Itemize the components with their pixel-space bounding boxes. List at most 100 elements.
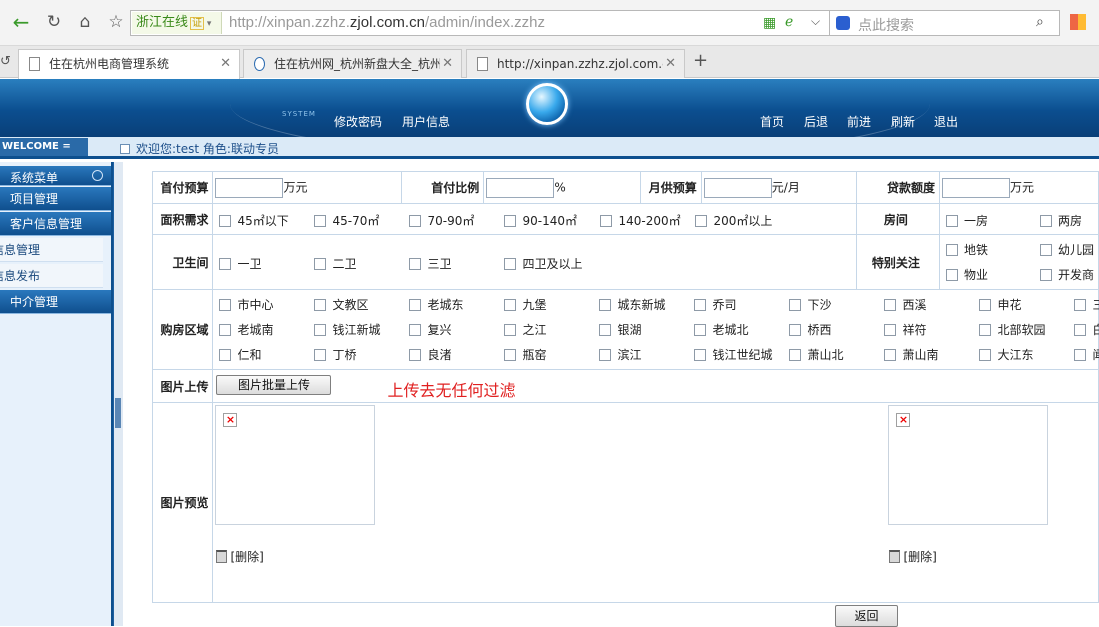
area-option[interactable]: 140-200㎡ bbox=[600, 212, 681, 229]
sidebar-item-agency[interactable]: 中介管理 bbox=[0, 290, 111, 314]
checkbox[interactable] bbox=[314, 258, 327, 270]
checkbox[interactable] bbox=[1040, 244, 1052, 256]
special-option[interactable]: 开发商 bbox=[1040, 266, 1094, 283]
district-option[interactable]: 萧山北 bbox=[789, 346, 844, 363]
checkbox[interactable] bbox=[409, 215, 422, 227]
checkbox[interactable] bbox=[504, 349, 517, 361]
bath-option[interactable]: 三卫 bbox=[409, 255, 452, 272]
ie-icon[interactable]: ℯ bbox=[785, 14, 793, 30]
district-option[interactable]: 萧山南 bbox=[884, 346, 939, 363]
special-option[interactable]: 地铁 bbox=[946, 241, 988, 258]
url-text[interactable]: http://xinpan.zzhz.zjol.com.cn/admin/ind… bbox=[229, 14, 545, 31]
district-option[interactable]: 仁和 bbox=[219, 346, 262, 363]
district-option[interactable]: 白 bbox=[1074, 321, 1099, 338]
checkbox[interactable] bbox=[694, 324, 707, 336]
frame-splitter[interactable] bbox=[113, 162, 123, 626]
checkbox[interactable] bbox=[599, 349, 612, 361]
close-icon[interactable]: ✕ bbox=[440, 50, 453, 78]
sidebar-item-publish[interactable]: 信息发布 bbox=[0, 264, 103, 288]
checkbox[interactable] bbox=[409, 324, 422, 336]
area-option[interactable]: 70-90㎡ bbox=[409, 212, 474, 229]
logout-link[interactable]: 退出 bbox=[934, 113, 958, 130]
checkbox[interactable] bbox=[695, 215, 708, 227]
delete-link[interactable]: [删除] bbox=[216, 548, 264, 565]
back-button[interactable]: 返回 bbox=[835, 605, 898, 627]
district-option[interactable]: 钱江世纪城 bbox=[694, 346, 773, 363]
district-option[interactable]: 复兴 bbox=[409, 321, 452, 338]
checkbox[interactable] bbox=[314, 324, 327, 336]
collapse-icon[interactable] bbox=[92, 170, 103, 181]
checkbox[interactable] bbox=[1040, 269, 1052, 281]
checkbox[interactable] bbox=[884, 324, 897, 336]
checkbox[interactable] bbox=[504, 324, 517, 336]
chevron-down-icon[interactable]: ⌵ bbox=[811, 14, 820, 29]
bath-option[interactable]: 四卫及以上 bbox=[504, 255, 583, 272]
district-option[interactable]: 良渚 bbox=[409, 346, 452, 363]
home-icon[interactable]: ⌂ bbox=[74, 11, 96, 33]
checkbox[interactable] bbox=[884, 299, 897, 311]
change-password-link[interactable]: 修改密码 bbox=[334, 113, 382, 130]
checkbox[interactable] bbox=[599, 324, 612, 336]
checkbox[interactable] bbox=[219, 299, 232, 311]
checkbox[interactable] bbox=[219, 258, 232, 270]
district-option[interactable]: 九堡 bbox=[504, 296, 547, 313]
checkbox[interactable] bbox=[599, 299, 612, 311]
checkbox[interactable] bbox=[946, 244, 958, 256]
home-link[interactable]: 首页 bbox=[760, 113, 784, 130]
district-option[interactable]: 瓶窑 bbox=[504, 346, 547, 363]
special-option[interactable]: 幼儿园 bbox=[1040, 241, 1094, 258]
checkbox[interactable] bbox=[884, 349, 897, 361]
checkbox[interactable] bbox=[979, 299, 992, 311]
area-option[interactable]: 90-140㎡ bbox=[504, 212, 577, 229]
search-icon[interactable]: ⌕ bbox=[1036, 14, 1044, 30]
checkbox[interactable] bbox=[219, 215, 232, 227]
qr-icon[interactable]: ▦ bbox=[763, 15, 776, 31]
checkbox[interactable] bbox=[946, 269, 958, 281]
area-option[interactable]: 200㎡以上 bbox=[695, 212, 772, 229]
checkbox[interactable] bbox=[504, 215, 517, 227]
apps-icon[interactable] bbox=[1070, 14, 1086, 30]
district-option[interactable]: 市中心 bbox=[219, 296, 274, 313]
close-icon[interactable]: ✕ bbox=[220, 50, 231, 78]
district-option[interactable]: 老城北 bbox=[694, 321, 749, 338]
district-option[interactable]: 三 bbox=[1074, 296, 1099, 313]
checkbox[interactable] bbox=[1074, 349, 1087, 361]
district-option[interactable]: 钱江新城 bbox=[314, 321, 381, 338]
checkbox[interactable] bbox=[409, 349, 422, 361]
district-option[interactable]: 丁桥 bbox=[314, 346, 357, 363]
checkbox[interactable] bbox=[314, 299, 327, 311]
refresh-link[interactable]: 刷新 bbox=[891, 113, 915, 130]
special-option[interactable]: 物业 bbox=[946, 266, 988, 283]
district-option[interactable]: 桥西 bbox=[789, 321, 832, 338]
district-option[interactable]: 银湖 bbox=[599, 321, 642, 338]
checkbox[interactable] bbox=[219, 349, 232, 361]
checkbox[interactable] bbox=[1040, 215, 1052, 227]
checkbox[interactable] bbox=[979, 349, 992, 361]
checkbox[interactable] bbox=[409, 258, 422, 270]
batch-upload-button[interactable]: 图片批量上传 bbox=[216, 375, 332, 395]
checkbox[interactable] bbox=[789, 349, 802, 361]
area-option[interactable]: 45㎡以下 bbox=[219, 212, 289, 229]
bath-option[interactable]: 二卫 bbox=[314, 255, 357, 272]
loan-input[interactable] bbox=[942, 177, 1010, 198]
checkbox[interactable] bbox=[504, 258, 517, 270]
ratio-input[interactable] bbox=[486, 177, 555, 198]
district-option[interactable]: 滨江 bbox=[599, 346, 642, 363]
district-option[interactable]: 老城东 bbox=[409, 296, 464, 313]
baidu-paw-icon[interactable] bbox=[836, 16, 850, 30]
district-option[interactable]: 祥符 bbox=[884, 321, 927, 338]
district-option[interactable]: 西溪 bbox=[884, 296, 927, 313]
district-option[interactable]: 老城南 bbox=[219, 321, 274, 338]
down-payment-input[interactable] bbox=[215, 177, 284, 198]
area-option[interactable]: 45-70㎡ bbox=[314, 212, 379, 229]
tab-admin[interactable]: 住在杭州电商管理系统 ✕ bbox=[18, 49, 240, 79]
tab-site[interactable]: 住在杭州网_杭州新盘大全_杭州 ✕ bbox=[243, 49, 462, 78]
rooms-option[interactable]: 两房 bbox=[1040, 212, 1082, 229]
checkbox[interactable] bbox=[1074, 324, 1087, 336]
sidebar-item-info[interactable]: 信息管理 bbox=[0, 238, 103, 262]
checkbox[interactable] bbox=[600, 215, 613, 227]
district-option[interactable]: 之江 bbox=[504, 321, 547, 338]
checkbox[interactable] bbox=[789, 324, 802, 336]
district-option[interactable]: 乔司 bbox=[694, 296, 737, 313]
district-option[interactable]: 申花 bbox=[979, 296, 1022, 313]
